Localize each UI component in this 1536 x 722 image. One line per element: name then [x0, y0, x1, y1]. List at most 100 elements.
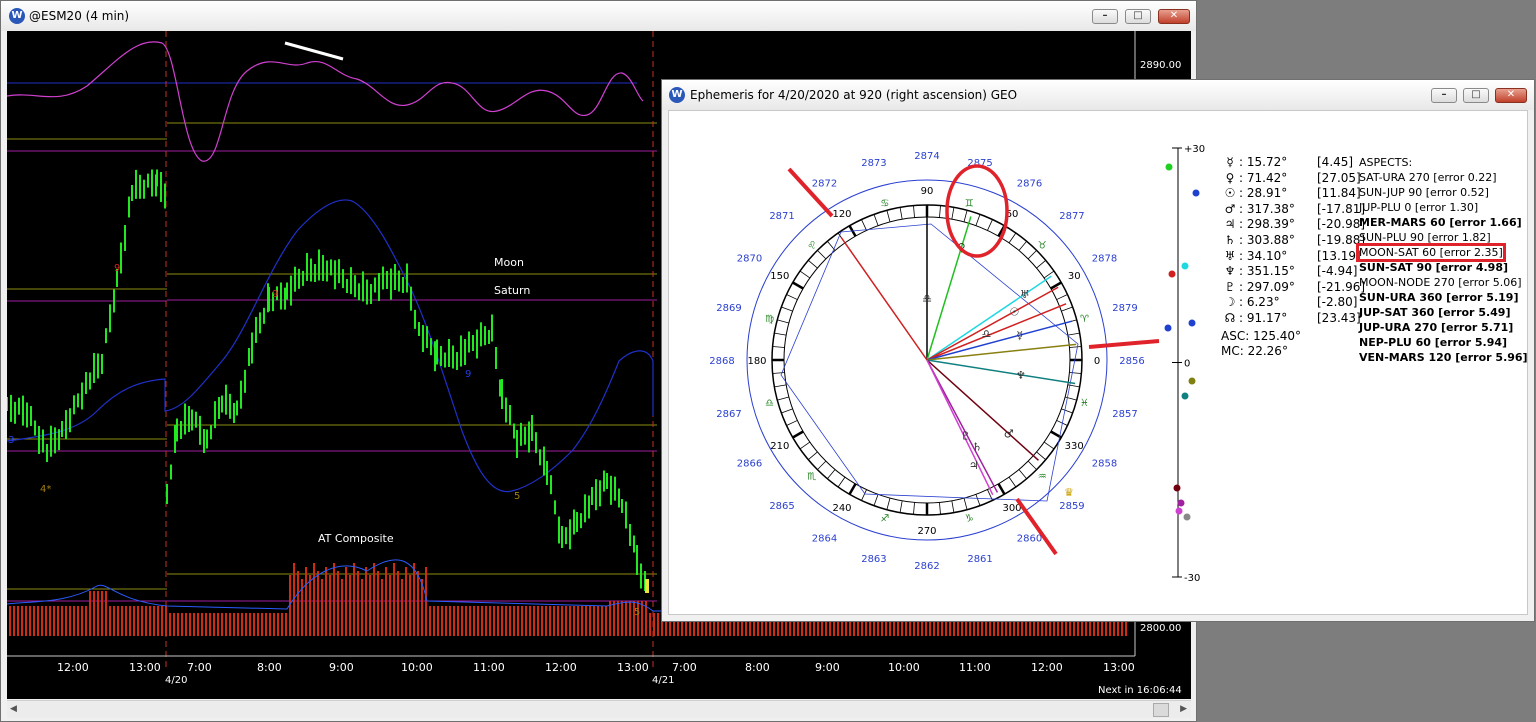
aspect-item: JUP-URA 270 [error 5.71]	[1359, 321, 1514, 334]
maximize-button[interactable]: □	[1125, 9, 1151, 24]
horizontal-scrollbar[interactable]: ◀ ▶	[7, 700, 1191, 718]
histogram-bar	[573, 606, 575, 636]
time-axis-label: 7:00	[187, 661, 212, 674]
minimize-button[interactable]: –	[1092, 9, 1118, 24]
histogram-bar	[269, 613, 271, 636]
histogram-bar	[53, 606, 55, 636]
planet-position: : 34.10°	[1239, 248, 1288, 263]
aspect-item: SAT-URA 270 [error 0.22]	[1359, 171, 1497, 184]
time-axis-label: 7:00	[672, 661, 697, 674]
histogram-bar	[185, 613, 187, 636]
wheel-degree-label: 0	[1094, 356, 1100, 367]
close-button[interactable]: ✕	[1158, 9, 1190, 24]
histogram-bar	[409, 575, 411, 636]
scroll-right-icon[interactable]: ▶	[1180, 704, 1187, 714]
oscillator-line	[7, 41, 644, 162]
histogram-bar	[101, 591, 103, 636]
zodiac-glyph: ♎	[765, 398, 774, 409]
planet-glyph: ♆	[1016, 369, 1026, 382]
histogram-bar	[393, 563, 395, 636]
histogram-bar	[553, 606, 555, 636]
wheel-price-label: 2877	[1059, 211, 1084, 222]
histogram-bar	[433, 606, 435, 636]
histogram-bar	[17, 606, 19, 636]
zodiac-glyph: ♊	[965, 199, 974, 210]
time-axis-label: 11:00	[473, 661, 505, 674]
histogram-bar	[533, 606, 535, 636]
planet-glyph-icon: ♅	[1224, 248, 1236, 263]
histogram-bar	[45, 606, 47, 636]
wheel-degree-label: 150	[770, 271, 789, 282]
time-axis-label: 8:00	[257, 661, 282, 674]
latitude-dot	[1177, 499, 1185, 507]
histogram-bar	[225, 613, 227, 636]
time-axis-label: 9:00	[329, 661, 354, 674]
zodiac-glyph: ♉	[1038, 241, 1047, 252]
histogram-bar	[313, 563, 315, 636]
histogram-bar	[21, 606, 23, 636]
histogram-bar	[253, 613, 255, 636]
latitude-scale: +30 0 -30	[1164, 144, 1205, 584]
histogram-bar	[449, 606, 451, 636]
histogram-bar	[365, 567, 367, 636]
wheel-price-label: 2868	[709, 356, 734, 367]
aspect-item: SUN-JUP 90 [error 0.52]	[1359, 186, 1489, 199]
time-axis-label: 8:00	[745, 661, 770, 674]
ephemeris-minimize-button[interactable]: –	[1431, 88, 1457, 103]
planet-positions: ☿: 15.72° [4.45] ♀: 71.42° [27.05] ☉: 28.91°…	[1221, 155, 1365, 360]
histogram-bar	[229, 613, 231, 636]
histogram-bar	[297, 571, 299, 636]
ephemeris-close-button[interactable]: ✕	[1495, 88, 1527, 103]
planet-row: ♀: 71.42° [27.05]	[1221, 171, 1365, 187]
histogram-bar	[209, 613, 211, 636]
histogram-bar	[405, 567, 407, 636]
histogram-bar	[189, 613, 191, 636]
highlighted-aspect: MOON-SAT 60 [error 2.35]	[1356, 243, 1506, 262]
main-titlebar[interactable]: W @ESM20 (4 min) – □ ✕	[1, 1, 1196, 31]
zodiac-glyph: ♌	[807, 241, 816, 252]
histogram-bar	[621, 601, 623, 636]
histogram-bar	[341, 579, 343, 636]
histogram-bar	[377, 571, 379, 636]
histogram-bar	[349, 575, 351, 636]
planet-position: : 317.38°	[1239, 201, 1295, 216]
scroll-left-icon[interactable]: ◀	[10, 704, 17, 714]
zodiac-glyph: ♓	[1080, 398, 1089, 409]
planet-position: : 351.15°	[1239, 264, 1295, 279]
histogram-bar	[241, 613, 243, 636]
mark-five-b: 5	[634, 607, 640, 618]
histogram-bar	[305, 567, 307, 636]
histogram-bar	[333, 563, 335, 636]
histogram-bar	[261, 613, 263, 636]
scroll-thumb[interactable]	[1153, 703, 1169, 717]
band-line	[7, 199, 654, 493]
histogram-bar	[169, 613, 171, 636]
time-axis-label: 9:00	[815, 661, 840, 674]
histogram-bar	[173, 613, 175, 636]
histogram-bar	[641, 601, 643, 636]
histogram-bar	[9, 606, 11, 636]
current-price-marker	[645, 579, 649, 593]
histogram-bar	[197, 613, 199, 636]
ephemeris-titlebar[interactable]: W Ephemeris for 4/20/2020 at 920 (right …	[662, 80, 1534, 110]
histogram-bar	[445, 606, 447, 636]
aspect-item: MOON-NODE 270 [error 5.06]	[1359, 276, 1522, 289]
histogram-bar	[121, 606, 123, 636]
planet-row: ♅: 34.10° [13.19]	[1221, 249, 1365, 265]
histogram-bar	[117, 606, 119, 636]
date-label-1: 4/20	[165, 675, 187, 686]
planet-row: ☿: 15.72° [4.45]	[1221, 155, 1365, 171]
time-axis-label: 10:00	[401, 661, 433, 674]
mark-nine-a: 9	[114, 263, 120, 274]
histogram-bar	[509, 606, 511, 636]
time-axis-label: 12:00	[57, 661, 89, 674]
histogram-bar	[485, 606, 487, 636]
planet-position: : 71.42°	[1239, 170, 1288, 185]
histogram-bar	[501, 606, 503, 636]
histogram-bar	[161, 606, 163, 636]
time-axis-label: 10:00	[888, 661, 920, 674]
ephemeris-maximize-button[interactable]: □	[1463, 88, 1489, 103]
wheel-price-label: 2861	[967, 554, 992, 565]
histogram-bar	[541, 606, 543, 636]
wheel-price-label: 2874	[914, 151, 939, 162]
